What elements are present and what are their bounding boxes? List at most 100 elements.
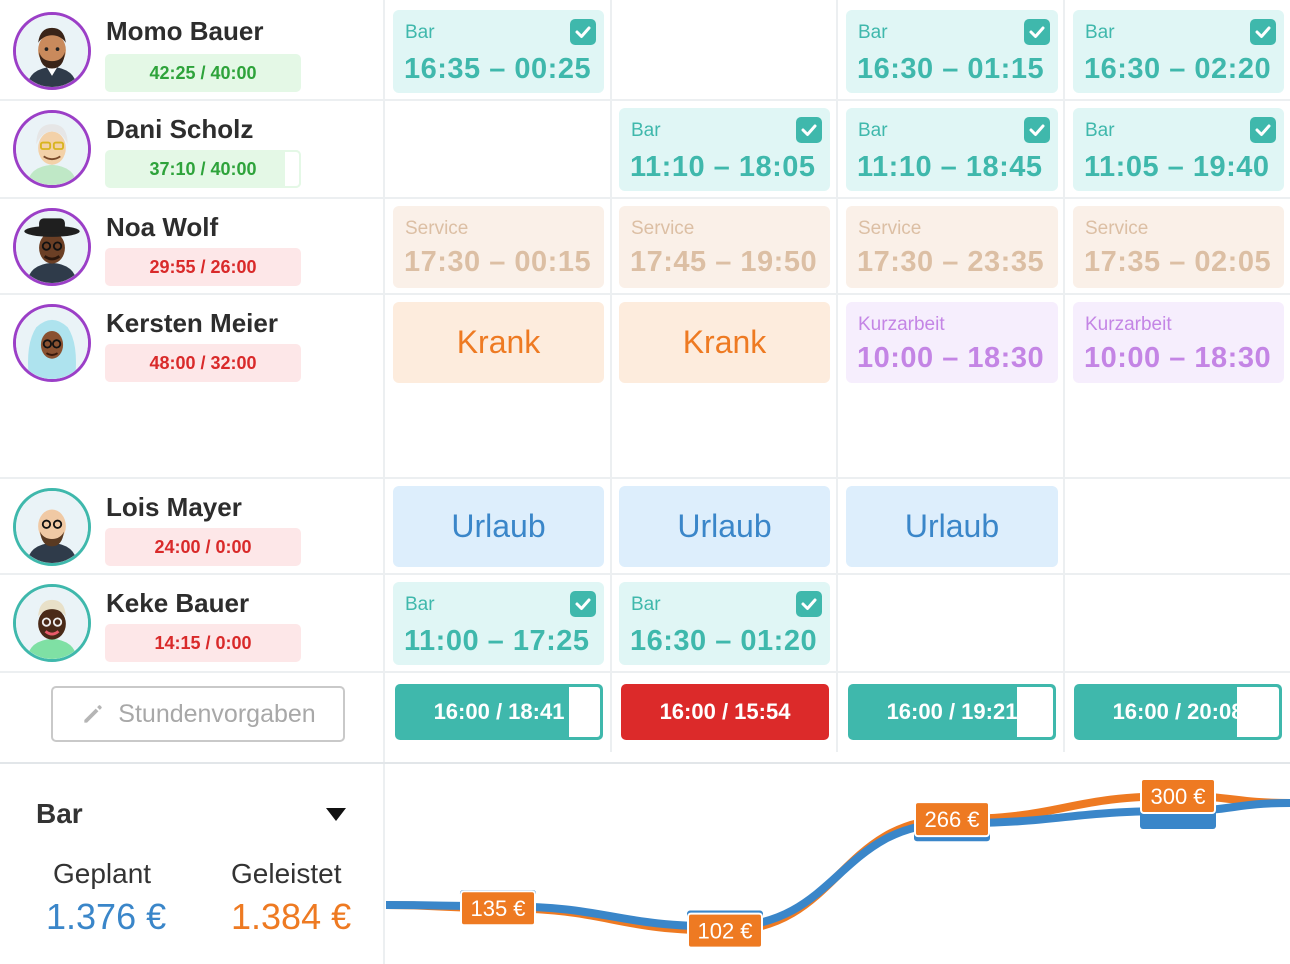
data-label-text: 102 € — [697, 919, 752, 944]
shift-card[interactable]: Kurzarbeit 10:00 – 18:30 — [846, 302, 1058, 383]
shift-card[interactable]: Bar 16:30 – 02:20 — [1073, 10, 1284, 93]
shift-card[interactable]: Kurzarbeit 10:00 – 18:30 — [1073, 302, 1284, 383]
shift-time: 16:30 – 01:20 — [630, 625, 818, 657]
grid-divider — [610, 0, 612, 752]
department-select[interactable]: Bar — [36, 798, 83, 830]
absence-vacation[interactable]: Urlaub — [393, 486, 604, 567]
data-label: 102 € — [687, 912, 763, 949]
caret-down-icon[interactable] — [326, 808, 346, 821]
employee-name[interactable]: Momo Bauer — [106, 16, 263, 47]
employee-name[interactable]: Keke Bauer — [106, 588, 249, 619]
shift-card[interactable]: Bar 11:10 – 18:45 — [846, 108, 1058, 191]
absence-sick[interactable]: Krank — [393, 302, 604, 383]
check-icon[interactable] — [796, 591, 822, 617]
hours-progress-remainder — [285, 150, 301, 188]
check-icon[interactable] — [796, 117, 822, 143]
shift-card[interactable]: Service 17:45 – 19:50 — [619, 206, 830, 288]
hours-balance: 14:15 / 0:00 — [105, 624, 301, 662]
shift-card[interactable]: Bar 16:30 – 01:15 — [846, 10, 1058, 93]
hours-balance-text: 42:25 / 40:00 — [149, 62, 257, 83]
data-label-text: 300 € — [1150, 784, 1205, 809]
check-icon[interactable] — [570, 19, 596, 45]
hours-balance: 24:00 / 0:00 — [105, 528, 301, 566]
day-total: 16:00 / 20:08 — [1074, 684, 1282, 740]
absence-vacation[interactable]: Urlaub — [846, 486, 1058, 567]
employee-name[interactable]: Lois Mayer — [106, 492, 242, 523]
edit-hours-targets-label: Stundenvorgaben — [118, 699, 316, 728]
grid-divider — [383, 0, 385, 964]
day-total-remainder — [569, 687, 600, 737]
shift-label: Bar — [631, 120, 661, 141]
avatar[interactable] — [13, 304, 91, 382]
shift-label: Bar — [405, 594, 435, 615]
planned-value: 1.376 € — [46, 896, 167, 937]
shift-label: Bar — [405, 22, 435, 43]
grid-divider — [1063, 0, 1065, 752]
employee-name[interactable]: Kersten Meier — [106, 308, 278, 339]
shift-card[interactable]: Bar 16:35 – 00:25 — [393, 10, 604, 93]
hours-balance: 29:55 / 26:00 — [105, 248, 301, 286]
shift-label: Bar — [858, 22, 888, 43]
day-total-text: 16:00 / 18:41 — [433, 699, 565, 724]
shift-card[interactable]: Service 17:30 – 23:35 — [846, 206, 1058, 288]
pencil-icon — [84, 705, 103, 723]
check-icon[interactable] — [1250, 117, 1276, 143]
shift-label: Service — [631, 218, 695, 239]
avatar[interactable] — [13, 12, 91, 90]
cost-line-chart: 135 € 102 € 266 € 300 € — [386, 778, 1290, 949]
avatar[interactable] — [13, 208, 91, 286]
edit-hours-targets-button[interactable]: Stundenvorgaben — [51, 686, 345, 742]
avatar[interactable] — [13, 110, 91, 188]
shift-time: 17:45 – 19:50 — [630, 246, 818, 278]
grid-divider — [836, 0, 838, 752]
data-label-text: 135 € — [470, 896, 525, 921]
shift-time: 10:00 – 18:30 — [857, 342, 1045, 374]
check-icon[interactable] — [1024, 117, 1050, 143]
done-label: Geleistet — [231, 858, 342, 889]
shift-label: Bar — [631, 594, 661, 615]
hours-balance: 42:25 / 40:00 — [105, 54, 301, 92]
employee-name[interactable]: Dani Scholz — [106, 114, 253, 145]
absence-sick[interactable]: Krank — [619, 302, 830, 383]
shift-label: Service — [1085, 218, 1149, 239]
hours-balance: 37:10 / 40:00 — [105, 150, 301, 188]
hours-balance-text: 29:55 / 26:00 — [149, 256, 257, 277]
grid-divider — [0, 477, 1290, 479]
employee-name[interactable]: Noa Wolf — [106, 212, 218, 243]
hours-balance-text: 24:00 / 0:00 — [154, 536, 252, 557]
day-total-text: 16:00 / 19:21 — [886, 699, 1018, 724]
shift-time: 11:00 – 17:25 — [404, 625, 590, 657]
day-total-text: 16:00 / 20:08 — [1112, 699, 1244, 724]
check-icon[interactable] — [570, 591, 596, 617]
shift-card[interactable]: Service 17:35 – 02:05 — [1073, 206, 1284, 288]
shift-card[interactable]: Bar 16:30 – 01:20 — [619, 582, 830, 665]
shift-card[interactable]: Service 17:30 – 00:15 — [393, 206, 604, 288]
shift-card[interactable]: Bar 11:00 – 17:25 — [393, 582, 604, 665]
check-icon[interactable] — [1024, 19, 1050, 45]
shift-card[interactable]: Bar 11:05 – 19:40 — [1073, 108, 1284, 191]
shift-time: 16:30 – 02:20 — [1084, 53, 1272, 85]
day-total: 16:00 / 18:41 — [395, 684, 603, 740]
data-label: 266 € — [914, 801, 990, 838]
absence-vacation[interactable]: Urlaub — [619, 486, 830, 567]
data-label: 300 € — [1140, 778, 1216, 814]
hours-balance-text: 48:00 / 32:00 — [149, 352, 257, 373]
avatar[interactable] — [13, 488, 91, 566]
hours-balance: 48:00 / 32:00 — [105, 344, 301, 382]
avatar[interactable] — [13, 584, 91, 662]
shift-card[interactable]: Bar 11:10 – 18:05 — [619, 108, 830, 191]
shift-label: Bar — [1085, 120, 1115, 141]
shift-label: Kurzarbeit — [1085, 314, 1172, 335]
shift-label: Bar — [858, 120, 888, 141]
shift-time: 11:10 – 18:45 — [857, 151, 1043, 183]
grid-divider — [0, 197, 1290, 199]
grid-divider — [0, 99, 1290, 101]
hours-balance-text: 14:15 / 0:00 — [154, 632, 252, 653]
shift-time: 16:30 – 01:15 — [857, 53, 1045, 85]
planned-label: Geplant — [53, 858, 152, 889]
check-icon[interactable] — [1250, 19, 1276, 45]
shift-time: 17:30 – 23:35 — [857, 246, 1045, 278]
shift-time: 11:10 – 18:05 — [630, 151, 816, 183]
grid-divider — [0, 293, 1290, 295]
hours-balance-text: 37:10 / 40:00 — [149, 158, 257, 179]
